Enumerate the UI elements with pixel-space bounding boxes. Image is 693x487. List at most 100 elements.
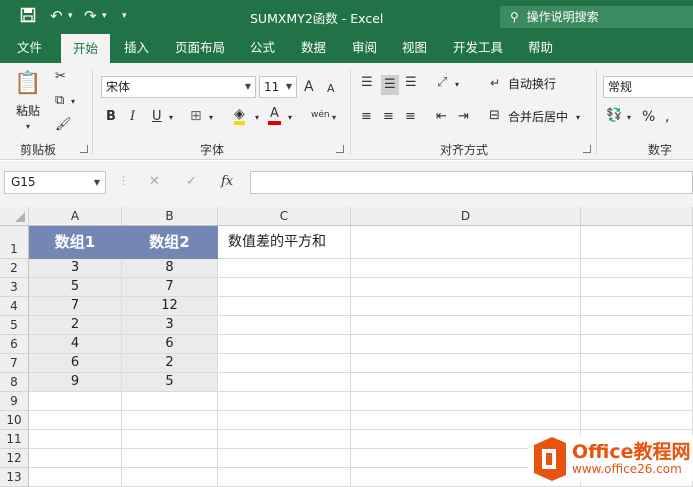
cell-c5[interactable] <box>218 316 351 335</box>
row-header[interactable]: 2 <box>0 259 29 278</box>
row-header[interactable]: 13 <box>0 468 29 487</box>
underline-button[interactable]: U <box>152 109 162 125</box>
cell-e10[interactable] <box>581 411 693 430</box>
cell-e7[interactable] <box>581 354 693 373</box>
cell-a3[interactable]: 5 <box>29 278 122 297</box>
increase-font-icon[interactable]: A <box>304 79 314 95</box>
increase-indent-icon[interactable]: ⇥ <box>458 109 469 125</box>
cell-e9[interactable] <box>581 392 693 411</box>
cell-c6[interactable] <box>218 335 351 354</box>
tab-data[interactable]: 数据 <box>301 33 326 63</box>
cell-b11[interactable] <box>122 430 218 449</box>
cell-c4[interactable] <box>218 297 351 316</box>
cell-b1[interactable]: 数组2 <box>122 226 218 259</box>
cell-c11[interactable] <box>218 430 351 449</box>
align-middle-icon[interactable]: ☰ <box>381 75 399 95</box>
customize-toolbar-icon[interactable]: ▾ <box>122 7 127 25</box>
cell-c10[interactable] <box>218 411 351 430</box>
cell-b8[interactable]: 5 <box>122 373 218 392</box>
phonetic-dropdown-icon[interactable]: ▾ <box>332 110 336 126</box>
cell-a12[interactable] <box>29 449 122 468</box>
tab-view[interactable]: 视图 <box>402 33 427 63</box>
cell-c12[interactable] <box>218 449 351 468</box>
phonetic-guide-button[interactable]: wén <box>311 107 330 123</box>
row-header[interactable]: 5 <box>0 316 29 335</box>
row-header[interactable]: 10 <box>0 411 29 430</box>
row-header[interactable]: 8 <box>0 373 29 392</box>
formula-input[interactable] <box>250 171 693 194</box>
cell-b5[interactable]: 3 <box>122 316 218 335</box>
cell-d1[interactable] <box>351 226 581 259</box>
row-header[interactable]: 9 <box>0 392 29 411</box>
column-header-c[interactable]: C <box>218 207 351 226</box>
cell-b4[interactable]: 12 <box>122 297 218 316</box>
cell-d2[interactable] <box>351 259 581 278</box>
column-header-d[interactable]: D <box>351 207 581 226</box>
orientation-dropdown-icon[interactable]: ▾ <box>455 77 459 93</box>
tell-me-search[interactable]: ⚲ 操作说明搜索 <box>500 6 693 28</box>
cell-d8[interactable] <box>351 373 581 392</box>
undo-icon[interactable]: ↶ <box>50 7 63 25</box>
tab-insert[interactable]: 插入 <box>124 33 149 63</box>
bold-button[interactable]: B <box>106 109 116 125</box>
column-header-a[interactable]: A <box>29 207 122 226</box>
merge-dropdown-icon[interactable]: ▾ <box>576 110 580 126</box>
paste-button[interactable]: 粘贴 <box>16 103 40 119</box>
tab-help[interactable]: 帮助 <box>528 33 553 63</box>
copy-icon[interactable]: ⧉ <box>55 93 64 109</box>
cell-c2[interactable] <box>218 259 351 278</box>
percent-button[interactable]: % <box>642 109 655 125</box>
font-name-select[interactable]: 宋体 ▼ <box>101 76 256 98</box>
cell-a5[interactable]: 2 <box>29 316 122 335</box>
cell-a10[interactable] <box>29 411 122 430</box>
decrease-indent-icon[interactable]: ⇤ <box>436 109 447 125</box>
tab-file[interactable]: 文件 <box>17 33 42 63</box>
name-box[interactable]: G15 ▼ <box>4 171 106 194</box>
cell-a2[interactable]: 3 <box>29 259 122 278</box>
font-color-button[interactable]: A <box>268 107 281 125</box>
paste-icon[interactable]: 📋 <box>14 71 41 97</box>
comma-style-icon[interactable]: , <box>665 109 669 125</box>
row-header[interactable]: 4 <box>0 297 29 316</box>
cell-d3[interactable] <box>351 278 581 297</box>
cell-a4[interactable]: 7 <box>29 297 122 316</box>
merge-center-icon[interactable]: ⊟ <box>489 108 500 124</box>
tab-home[interactable]: 开始 <box>61 34 111 64</box>
cell-a7[interactable]: 6 <box>29 354 122 373</box>
cell-e2[interactable] <box>581 259 693 278</box>
font-size-select[interactable]: 11 ▼ <box>259 76 297 98</box>
cell-d6[interactable] <box>351 335 581 354</box>
cell-d9[interactable] <box>351 392 581 411</box>
decrease-font-icon[interactable]: A <box>327 81 335 97</box>
cell-c7[interactable] <box>218 354 351 373</box>
fill-color-icon[interactable]: ◈ <box>234 107 245 125</box>
accounting-dropdown-icon[interactable]: ▾ <box>627 110 631 126</box>
tab-page-layout[interactable]: 页面布局 <box>175 33 225 63</box>
fill-color-dropdown-icon[interactable]: ▾ <box>255 110 259 126</box>
tab-formulas[interactable]: 公式 <box>250 33 275 63</box>
cell-a11[interactable] <box>29 430 122 449</box>
merge-center-button[interactable]: 合并后居中 <box>508 109 568 125</box>
paste-dropdown-icon[interactable]: ▾ <box>26 119 30 135</box>
cell-b6[interactable]: 6 <box>122 335 218 354</box>
cell-d10[interactable] <box>351 411 581 430</box>
orientation-icon[interactable]: ⤢ <box>437 75 447 91</box>
align-center-icon[interactable]: ≡ <box>383 109 394 125</box>
save-icon[interactable] <box>20 7 36 27</box>
column-header-b[interactable]: B <box>122 207 218 226</box>
cell-a8[interactable]: 9 <box>29 373 122 392</box>
undo-dropdown-icon[interactable]: ▾ <box>68 7 73 25</box>
align-bottom-icon[interactable]: ☰ <box>405 75 417 91</box>
cell-b7[interactable]: 2 <box>122 354 218 373</box>
cell-d7[interactable] <box>351 354 581 373</box>
cell-b12[interactable] <box>122 449 218 468</box>
cell-e3[interactable] <box>581 278 693 297</box>
borders-icon[interactable]: ⊞ <box>190 108 202 124</box>
row-header[interactable]: 7 <box>0 354 29 373</box>
accounting-format-icon[interactable]: 💱 <box>606 108 622 124</box>
cell-d5[interactable] <box>351 316 581 335</box>
enter-icon[interactable]: ✓ <box>186 174 197 189</box>
cell-e4[interactable] <box>581 297 693 316</box>
cell-c13[interactable] <box>218 468 351 487</box>
redo-icon[interactable]: ↷ <box>84 7 97 25</box>
